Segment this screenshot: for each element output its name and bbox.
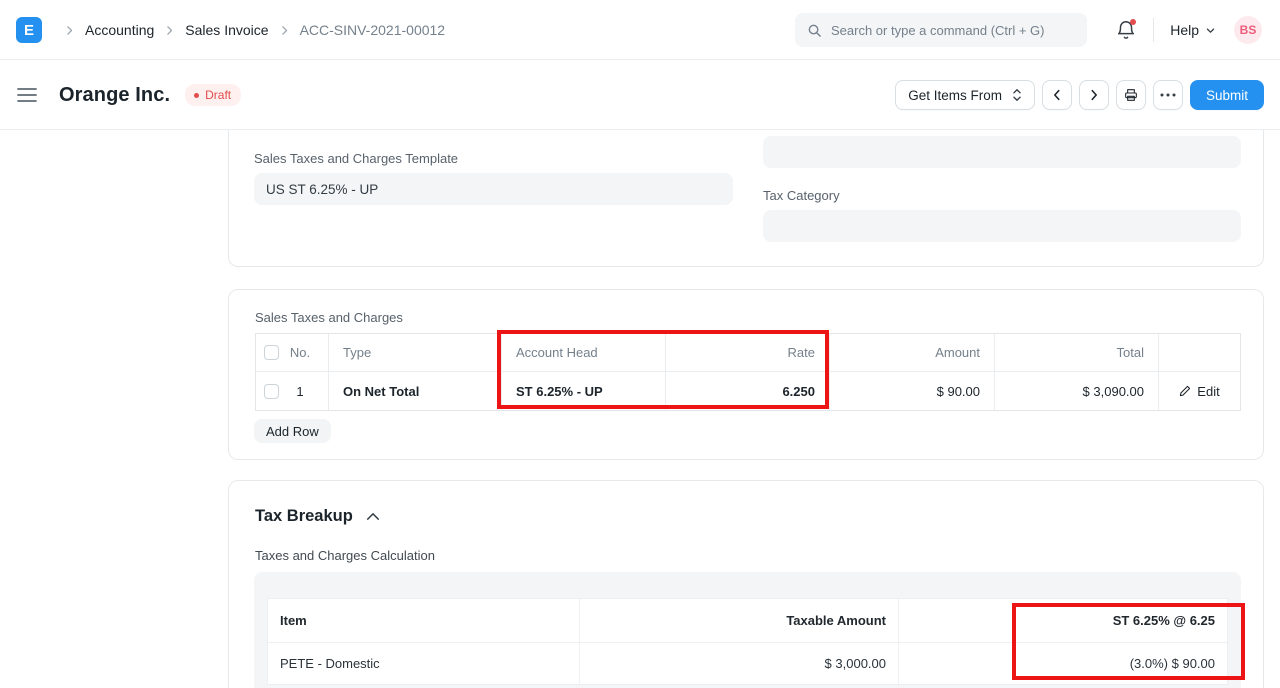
pencil-icon [1179, 385, 1191, 397]
breadcrumb: Accounting Sales Invoice ACC-SINV-2021-0… [54, 22, 445, 38]
col-total-header: Total [995, 334, 1159, 371]
select-icon [1012, 88, 1022, 102]
menu-ellipsis-button[interactable] [1153, 80, 1183, 110]
col-no-header: No. [283, 345, 317, 360]
status-dot [194, 93, 199, 98]
col-taxable-amount-header: Taxable Amount [580, 599, 899, 642]
notifications-bell-icon[interactable] [1115, 19, 1137, 41]
search-icon [807, 23, 822, 38]
row-rate-cell[interactable]: 6.250 [666, 372, 830, 410]
row-taxable-amount-cell: $ 3,000.00 [580, 643, 899, 684]
col-edit-header [1159, 334, 1240, 371]
tax-breakup-container: Item Taxable Amount ST 6.25% @ 6.25 PETE… [254, 572, 1241, 688]
col-amount-header: Amount [830, 334, 995, 371]
chevron-down-icon [1205, 25, 1216, 36]
row-type-cell[interactable]: On Net Total [329, 372, 502, 410]
add-row-button[interactable]: Add Row [254, 419, 331, 443]
print-button[interactable] [1116, 80, 1146, 110]
row-amount-cell[interactable]: $ 90.00 [830, 372, 995, 410]
taxes-section-card: Sales Taxes and Charges Template US ST 6… [228, 130, 1264, 267]
help-label: Help [1170, 22, 1199, 38]
shipping-rule-field-input[interactable] [763, 136, 1241, 168]
user-avatar[interactable]: BS [1234, 16, 1262, 44]
select-all-checkbox[interactable] [264, 345, 279, 360]
row-number: 1 [283, 384, 317, 399]
col-rate-header: Rate [666, 334, 830, 371]
row-item-cell: PETE - Domestic [268, 643, 580, 684]
divider [1153, 18, 1154, 42]
taxes-grid: No. Type Account Head Rate Amount Total … [255, 333, 1241, 411]
sales-taxes-card: Sales Taxes and Charges No. Type Account… [228, 289, 1264, 460]
chevron-right-icon [163, 24, 176, 37]
chevron-left-icon [1050, 88, 1064, 102]
printer-icon [1123, 87, 1139, 103]
collapse-chevron-up-icon[interactable] [366, 512, 380, 521]
row-tax-value-cell: (3.0%) $ 90.00 [899, 643, 1227, 684]
tax-breakup-table: Item Taxable Amount ST 6.25% @ 6.25 PETE… [267, 598, 1228, 685]
status-badge: Draft [185, 84, 241, 106]
taxes-grid-label: Sales Taxes and Charges [255, 310, 403, 325]
submit-button[interactable]: Submit [1190, 80, 1264, 110]
next-document-button[interactable] [1079, 80, 1109, 110]
help-menu[interactable]: Help [1170, 22, 1216, 38]
breadcrumb-current-doc[interactable]: ACC-SINV-2021-00012 [300, 22, 446, 38]
tax-breakup-subtitle: Taxes and Charges Calculation [255, 548, 435, 563]
template-field-input[interactable]: US ST 6.25% - UP [254, 173, 733, 205]
col-account-head-header: Account Head [502, 334, 666, 371]
col-tax-rate-header: ST 6.25% @ 6.25 [899, 599, 1227, 642]
template-field-label: Sales Taxes and Charges Template [254, 151, 458, 166]
page-header: Orange Inc. Draft Get Items From Submit [0, 60, 1280, 130]
taxes-grid-header-row: No. Type Account Head Rate Amount Total [256, 334, 1240, 371]
tax-breakup-title: Tax Breakup [255, 507, 353, 526]
taxes-grid-row: 1 On Net Total ST 6.25% - UP 6.250 $ 90.… [256, 371, 1240, 410]
tax-breakup-row: PETE - Domestic $ 3,000.00 (3.0%) $ 90.0… [268, 642, 1227, 684]
breadcrumb-sales-invoice[interactable]: Sales Invoice [185, 22, 268, 38]
breadcrumb-accounting[interactable]: Accounting [85, 22, 154, 38]
get-items-from-button[interactable]: Get Items From [895, 80, 1035, 110]
tax-category-field-label: Tax Category [763, 188, 840, 203]
search-placeholder: Search or type a command (Ctrl + G) [831, 23, 1045, 38]
global-search-input[interactable]: Search or type a command (Ctrl + G) [795, 13, 1087, 47]
row-account-head-cell[interactable]: ST 6.25% - UP [502, 372, 666, 410]
col-type-header: Type [329, 334, 502, 371]
row-edit-button[interactable]: Edit [1159, 372, 1240, 410]
sidebar-toggle-icon[interactable] [17, 87, 37, 103]
status-label: Draft [205, 88, 231, 102]
page-title: Orange Inc. [59, 84, 170, 107]
chevron-right-icon [278, 24, 291, 37]
ellipsis-icon [1160, 93, 1176, 97]
chevron-right-icon [1087, 88, 1101, 102]
previous-document-button[interactable] [1042, 80, 1072, 110]
get-items-from-label: Get Items From [908, 88, 1002, 103]
tax-breakup-header-row: Item Taxable Amount ST 6.25% @ 6.25 [268, 599, 1227, 642]
tax-category-field-input[interactable] [763, 210, 1241, 242]
row-total-cell[interactable]: $ 3,090.00 [995, 372, 1159, 410]
col-item-header: Item [268, 599, 580, 642]
app-logo[interactable]: E [16, 17, 42, 43]
chevron-right-icon [63, 24, 76, 37]
row-edit-label: Edit [1197, 384, 1219, 399]
tax-breakup-card: Tax Breakup Taxes and Charges Calculatio… [228, 480, 1264, 688]
row-checkbox[interactable] [264, 384, 279, 399]
navbar: E Accounting Sales Invoice ACC-SINV-2021… [0, 0, 1280, 60]
main-content: Sales Taxes and Charges Template US ST 6… [0, 130, 1280, 688]
